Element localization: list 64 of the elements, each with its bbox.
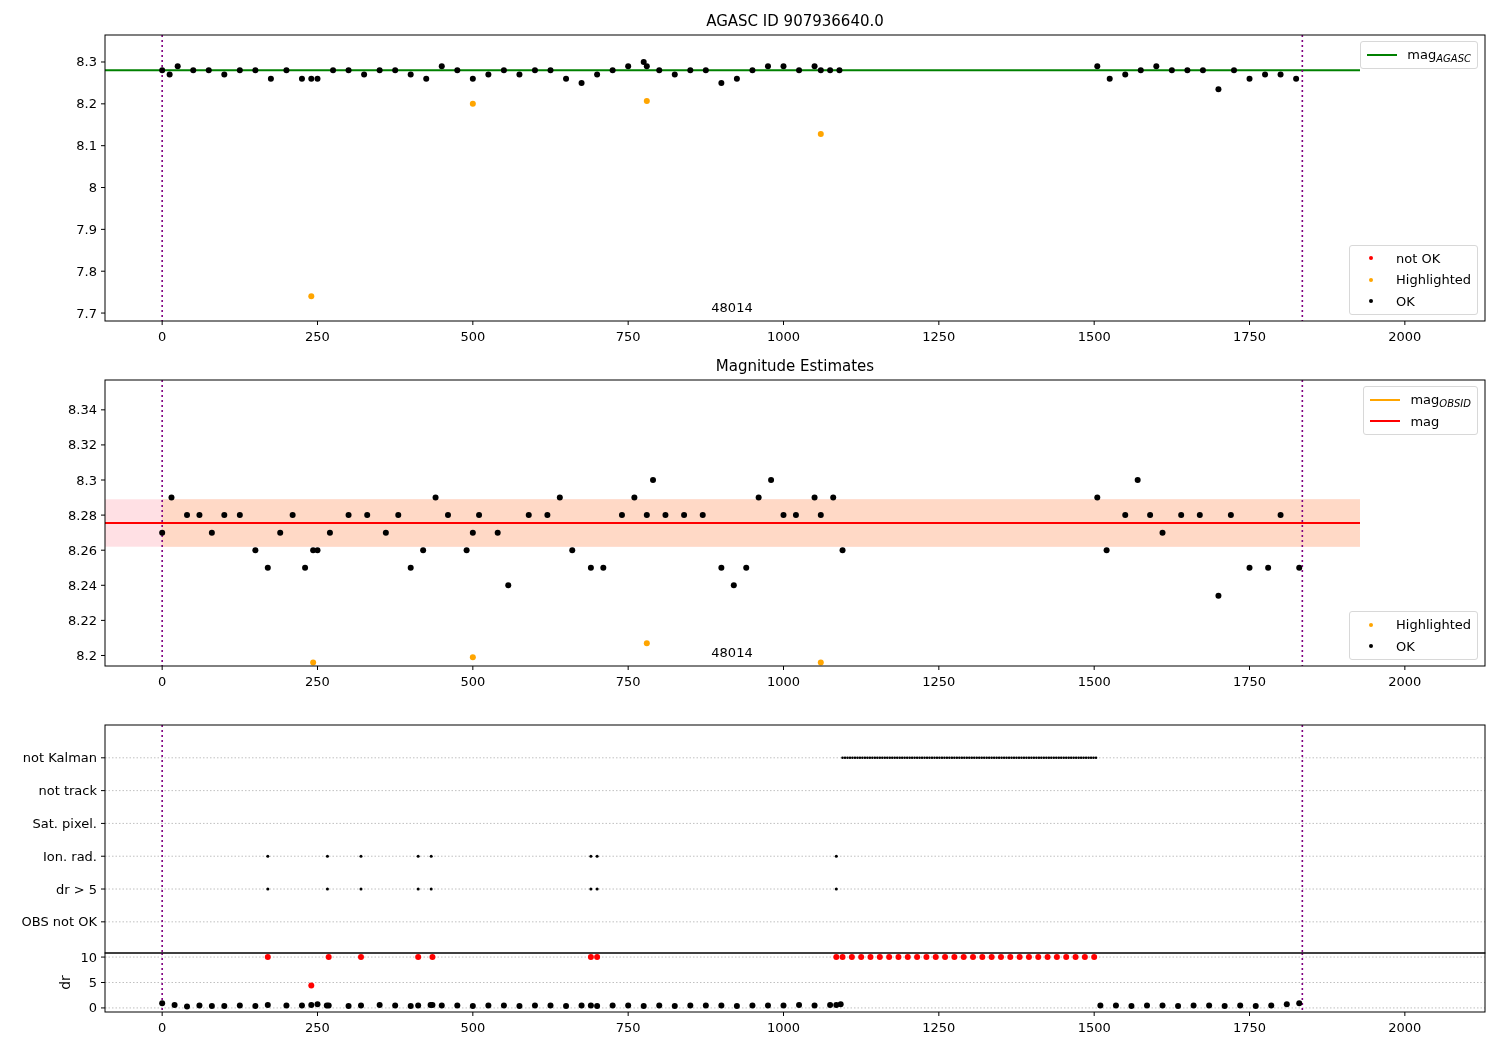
tick-label: 8.2 xyxy=(76,96,97,112)
legend-label: mag$_{OBSID}$ xyxy=(1410,391,1471,410)
tick-label: 1500 xyxy=(1077,329,1111,344)
tick-label: 8.2 xyxy=(76,647,97,663)
tick-label: 0 xyxy=(158,1020,167,1035)
tick-label: 1000 xyxy=(766,329,801,344)
tick-label: 2000 xyxy=(1388,1020,1422,1035)
tick-label: 8.1 xyxy=(76,138,97,154)
tick-label: 0 xyxy=(88,1000,97,1016)
tick-label: 8.32 xyxy=(68,437,97,453)
tick-label: 8.22 xyxy=(68,612,97,628)
tick-label: not track xyxy=(38,783,97,799)
legend-label: Highlighted xyxy=(1396,616,1471,634)
legend-label: OK xyxy=(1396,292,1415,311)
tick-label: 8.3 xyxy=(76,54,97,70)
tick-label: 8.3 xyxy=(76,472,97,488)
tick-label: 2000 xyxy=(1388,674,1422,689)
tick-label: 1250 xyxy=(922,1020,956,1035)
legend-label: mag$_{AGASC}$ xyxy=(1407,46,1471,65)
tick-label: 7.7 xyxy=(76,305,97,321)
tick-label: 8 xyxy=(88,180,97,195)
tick-label: 500 xyxy=(460,329,486,344)
tick-label: 1500 xyxy=(1077,1020,1111,1035)
legend-label: mag xyxy=(1410,412,1440,431)
tick-label: 0 xyxy=(158,329,167,344)
tick-label: OBS not OK xyxy=(21,914,97,930)
tick-label: 250 xyxy=(305,1020,330,1035)
tick-label: 8.26 xyxy=(68,542,97,558)
tick-label: 5 xyxy=(88,975,97,990)
tick-label: 8.34 xyxy=(68,402,97,418)
tick-label: 8.28 xyxy=(68,507,97,523)
tick-label: 8.24 xyxy=(68,577,97,593)
tick-label: 0 xyxy=(158,674,167,689)
tick-label: 1750 xyxy=(1232,1020,1267,1035)
tick-label: 1000 xyxy=(766,1020,801,1035)
tick-label: 1250 xyxy=(922,329,956,344)
legend-label: not OK xyxy=(1396,249,1441,268)
tick-label: Sat. pixel. xyxy=(32,815,97,831)
tick-label: 1500 xyxy=(1077,674,1111,689)
tick-label: 1250 xyxy=(922,674,956,689)
tick-label: 750 xyxy=(615,329,641,344)
annotation-label: 48014 xyxy=(711,645,753,660)
legend-label: Highlighted xyxy=(1396,271,1471,289)
tick-label: Ion. rad. xyxy=(43,848,97,864)
tick-label: 250 xyxy=(305,329,330,344)
chart-title: Magnitude Estimates xyxy=(715,357,875,375)
tick-label: 250 xyxy=(305,674,330,689)
tick-label: not Kalman xyxy=(22,750,97,766)
tick-label: 2000 xyxy=(1388,329,1422,344)
tick-label: 1000 xyxy=(766,674,801,689)
tick-label: 7.9 xyxy=(76,221,97,237)
tick-label: 750 xyxy=(615,1020,641,1035)
axis-label: dr xyxy=(57,975,73,990)
tick-label: 1750 xyxy=(1232,674,1267,689)
tick-label: 750 xyxy=(615,674,641,689)
chart-title: AGASC ID 907936640.0 xyxy=(706,12,884,30)
tick-label: 500 xyxy=(460,674,486,689)
legend-label: OK xyxy=(1396,637,1415,656)
annotation-label: 48014 xyxy=(711,300,753,315)
tick-label: 7.8 xyxy=(76,263,97,279)
tick-label: 500 xyxy=(460,1020,486,1035)
tick-label: 1750 xyxy=(1232,329,1267,344)
tick-label: 10 xyxy=(80,949,97,965)
tick-label: dr > 5 xyxy=(55,881,97,897)
